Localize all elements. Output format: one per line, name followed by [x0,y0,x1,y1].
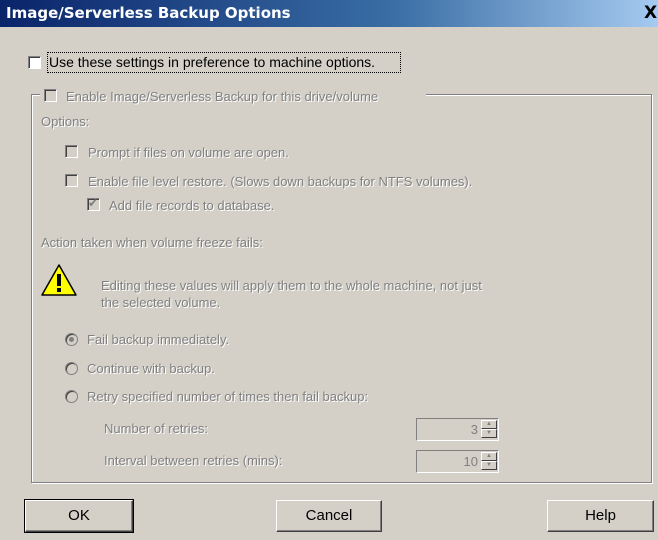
retries-label: Number of retries: [104,421,209,436]
retry-label[interactable]: Retry specified number of times then fai… [87,389,368,404]
fail-immediately-label[interactable]: Fail backup immediately. [87,332,229,347]
file-level-restore-checkbox[interactable] [65,174,78,187]
continue-backup-label[interactable]: Continue with backup. [87,361,215,376]
warning-line-2: the selected volume. [101,295,221,310]
warning-line-1: Editing these values will apply them to … [101,278,482,293]
add-file-records-label[interactable]: Add file records to database. [109,198,275,213]
retries-value: 3 [470,422,478,437]
prompt-open-label[interactable]: Prompt if files on volume are open. [88,145,289,160]
use-settings-checkbox[interactable] [28,56,41,69]
enable-backup-checkbox[interactable] [44,89,57,102]
spin-down-icon[interactable]: ▼ [481,461,497,470]
close-icon: X [644,3,658,23]
interval-value: 10 [463,454,478,469]
window-title: Image/Serverless Backup Options [6,4,291,22]
interval-label: Interval between retries (mins): [104,453,283,468]
retry-radio[interactable] [65,390,78,403]
title-bar: Image/Serverless Backup Options [0,0,658,27]
file-level-restore-label[interactable]: Enable file level restore. (Slows down b… [88,174,472,189]
close-button[interactable]: X [644,3,658,23]
spin-up-icon[interactable]: ▲ [481,452,497,461]
add-file-records-checkbox[interactable]: ✔ [87,196,100,211]
spin-up-icon[interactable]: ▲ [481,420,497,429]
continue-backup-radio[interactable] [65,362,78,375]
help-button[interactable]: Help [547,500,654,532]
ok-button[interactable]: OK [24,499,134,533]
cancel-button[interactable]: Cancel [276,500,382,532]
fail-immediately-radio[interactable] [65,333,78,346]
warning-icon [41,264,77,296]
interval-spinner[interactable]: 10 ▲ ▼ [416,450,499,473]
enable-backup-label[interactable]: Enable Image/Serverless Backup for this … [66,89,378,104]
retries-spinner[interactable]: 3 ▲ ▼ [416,418,499,441]
checkmark-icon: ✔ [88,196,99,210]
freeze-fails-label: Action taken when volume freeze fails: [41,235,263,250]
prompt-open-checkbox[interactable] [65,145,78,158]
options-label: Options: [41,114,90,129]
use-settings-label[interactable]: Use these settings in preference to mach… [49,54,375,70]
spin-down-icon[interactable]: ▼ [481,429,497,438]
